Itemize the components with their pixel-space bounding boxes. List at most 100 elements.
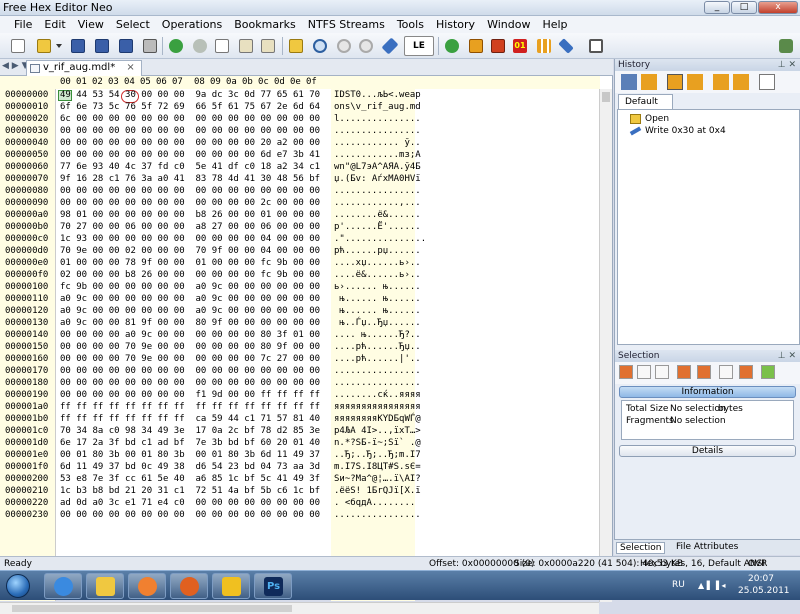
row-ascii[interactable]: ."............... bbox=[334, 233, 426, 245]
hex-row[interactable]: 000000a0 98 01 00 00 00 00 00 00 b8 26 00… bbox=[0, 209, 600, 221]
jump-icon[interactable] bbox=[442, 36, 462, 56]
fill-icon[interactable] bbox=[488, 36, 508, 56]
row-hex-bytes[interactable]: 49 44 53 54 30 00 00 00 9a dc 3c 0d 77 6… bbox=[60, 89, 320, 101]
select-icon[interactable] bbox=[719, 365, 733, 379]
hex-row[interactable]: 00000080 00 00 00 00 00 00 00 00 00 00 00… bbox=[0, 185, 600, 197]
hex-row[interactable]: 00000100 fc 9b 00 00 00 00 00 00 a0 9c 00… bbox=[0, 281, 600, 293]
hex-row[interactable]: 00000150 00 00 00 00 70 9e 00 00 00 00 00… bbox=[0, 341, 600, 353]
row-hex-bytes[interactable]: 77 6e 93 40 4c 37 fd c0 5e 41 df c0 18 a… bbox=[60, 161, 320, 173]
menu-help[interactable]: Help bbox=[536, 16, 573, 33]
row-ascii[interactable]: ................ bbox=[334, 185, 421, 197]
row-ascii[interactable]: IDST0...љЬ<.weap bbox=[334, 89, 421, 101]
photoshop-icon[interactable]: Ps bbox=[254, 573, 292, 599]
row-hex-bytes[interactable]: 00 00 00 00 00 00 00 00 f1 9d 00 00 ff f… bbox=[60, 389, 320, 401]
hex-row[interactable]: 00000030 00 00 00 00 00 00 00 00 00 00 00… bbox=[0, 125, 600, 137]
row-hex-bytes[interactable]: 00 00 00 00 70 9e 00 00 00 00 00 00 7c 2… bbox=[60, 353, 320, 365]
save-all-icon[interactable] bbox=[92, 36, 112, 56]
explorer-icon[interactable] bbox=[86, 573, 124, 599]
row-ascii[interactable]: ............mз;A bbox=[334, 149, 421, 161]
import-icon[interactable] bbox=[286, 36, 306, 56]
row-hex-bytes[interactable]: 53 e8 7e 3f cc 61 5e 40 a6 85 1c bf 5c 4… bbox=[60, 473, 320, 485]
hex-row[interactable]: 00000090 00 00 00 00 00 00 00 00 00 00 00… bbox=[0, 197, 600, 209]
row-hex-bytes[interactable]: 9f 16 28 c1 76 3a a0 41 83 78 4d 41 30 4… bbox=[60, 173, 320, 185]
pin-icon[interactable]: ⊥ ✕ bbox=[778, 350, 796, 362]
menu-bookmarks[interactable]: Bookmarks bbox=[228, 16, 301, 33]
menu-edit[interactable]: Edit bbox=[38, 16, 71, 33]
row-ascii[interactable]: pћ......pџ...... bbox=[334, 245, 421, 257]
find-next-icon[interactable] bbox=[334, 36, 354, 56]
row-ascii[interactable]: ............,... bbox=[334, 197, 421, 209]
row-hex-bytes[interactable]: 6f 6e 73 5c 76 5f 72 69 66 5f 61 75 67 2… bbox=[60, 101, 320, 113]
dropdown-arrow-icon[interactable] bbox=[54, 36, 64, 56]
row-hex-bytes[interactable]: 6d 11 49 37 bd 0c 49 38 d6 54 23 bd 04 7… bbox=[60, 461, 320, 473]
row-ascii[interactable]: џ.(Бv: AѓxMA0HVї bbox=[334, 173, 421, 185]
row-hex-bytes[interactable]: 00 00 00 00 00 00 00 00 00 00 00 00 00 0… bbox=[60, 185, 320, 197]
history-clear-icon[interactable] bbox=[759, 74, 775, 90]
row-hex-bytes[interactable]: 00 00 00 00 00 00 00 00 00 00 00 00 6d e… bbox=[60, 149, 320, 161]
row-ascii[interactable]: ............ ў.. bbox=[334, 137, 421, 149]
print-icon[interactable] bbox=[140, 36, 160, 56]
row-ascii[interactable]: n.*?SБ-ї~;Sї` .@ bbox=[334, 437, 421, 449]
row-ascii[interactable]: ­. <бqдА........ bbox=[334, 497, 415, 509]
details-button[interactable]: Details bbox=[619, 445, 796, 457]
tab-selection[interactable]: Selection bbox=[616, 542, 666, 554]
row-hex-bytes[interactable]: fc 9b 00 00 00 00 00 00 a0 9c 00 00 00 0… bbox=[60, 281, 320, 293]
row-hex-bytes[interactable]: 00 00 00 00 00 00 00 00 00 00 00 00 20 a… bbox=[60, 137, 320, 149]
hex-rows[interactable]: 00000000 49 44 53 54 30 00 00 00 9a dc 3c… bbox=[0, 89, 600, 521]
copy-icon[interactable] bbox=[212, 36, 232, 56]
row-hex-bytes[interactable]: ff ff ff ff ff ff ff ff ff ff ff ff ff f… bbox=[60, 401, 320, 413]
history-next-icon[interactable] bbox=[713, 74, 729, 90]
select-icon[interactable] bbox=[637, 365, 651, 379]
tab-file-attributes[interactable]: File Attributes bbox=[676, 542, 738, 552]
hex-row[interactable]: 00000170 00 00 00 00 00 00 00 00 00 00 00… bbox=[0, 365, 600, 377]
row-hex-bytes[interactable]: 1c b3 b8 bd 21 20 31 c1 72 51 4a bf 5b c… bbox=[60, 485, 320, 497]
vertical-scrollbar[interactable] bbox=[599, 89, 612, 602]
tray-arrows-icon[interactable]: ▲ ▌▐ ◂ bbox=[698, 581, 726, 590]
menu-history[interactable]: History bbox=[430, 16, 481, 33]
row-hex-bytes[interactable]: a0 9c 00 00 00 00 00 00 a0 9c 00 00 00 0… bbox=[60, 293, 320, 305]
hex-row[interactable]: 000000c0 1c 93 00 00 00 00 00 00 00 00 00… bbox=[0, 233, 600, 245]
row-ascii[interactable]: m.I7S.I8ЦT#S.sЄ= bbox=[334, 461, 421, 473]
history-forward-icon[interactable] bbox=[641, 74, 657, 90]
media-player-icon[interactable] bbox=[128, 573, 166, 599]
hex-row[interactable]: 00000200 53 e8 7e 3f cc 61 5e 40 a6 85 1c… bbox=[0, 473, 600, 485]
row-ascii[interactable]: ons\v_rif_aug.md bbox=[334, 101, 421, 113]
close-button[interactable]: x bbox=[758, 1, 798, 14]
row-ascii[interactable]: p'......Ё'...... bbox=[334, 221, 421, 233]
hex-row[interactable]: 000000f0 02 00 00 00 b8 26 00 00 00 00 00… bbox=[0, 269, 600, 281]
row-ascii[interactable]: яяяяяяяяКYDБqWЃ@ bbox=[334, 413, 421, 425]
minimize-button[interactable]: _ bbox=[704, 1, 730, 14]
row-ascii[interactable]: ь›...... њ...... bbox=[334, 281, 421, 293]
select-icon[interactable] bbox=[761, 365, 775, 379]
horizontal-scrollbar[interactable] bbox=[0, 602, 599, 614]
history-last-icon[interactable] bbox=[733, 74, 749, 90]
hex-row[interactable]: 000001c0 70 34 8a c0 98 34 49 3e 17 0a 2c… bbox=[0, 425, 600, 437]
row-ascii[interactable]: ....ё&......ь›.. bbox=[334, 269, 421, 281]
row-hex-bytes[interactable]: 00 00 00 00 70 9e 00 00 00 00 00 00 80 9… bbox=[60, 341, 320, 353]
hex-editor-icon[interactable] bbox=[212, 573, 250, 599]
row-ascii[interactable]: Sи~?Ma^@¦….ї\AI? bbox=[334, 473, 421, 485]
replace-icon[interactable] bbox=[380, 36, 400, 56]
hex-row[interactable]: 00000180 00 00 00 00 00 00 00 00 00 00 00… bbox=[0, 377, 600, 389]
row-hex-bytes[interactable]: a0 9c 00 00 00 00 00 00 a0 9c 00 00 00 0… bbox=[60, 305, 320, 317]
row-ascii[interactable]: ..Ђ;..Ђ;..Ђ;m.I7 bbox=[334, 449, 421, 461]
hex-row[interactable]: 00000020 6c 00 00 00 00 00 00 00 00 00 00… bbox=[0, 113, 600, 125]
hex-row[interactable]: 00000070 9f 16 28 c1 76 3a a0 41 83 78 4d… bbox=[0, 173, 600, 185]
paste-icon[interactable] bbox=[258, 36, 278, 56]
row-hex-bytes[interactable]: 02 00 00 00 b8 26 00 00 00 00 00 00 fc 9… bbox=[60, 269, 320, 281]
row-ascii[interactable]: њ..Ѓџ..Ђџ...... bbox=[334, 317, 420, 329]
row-ascii[interactable]: њ...... њ...... bbox=[334, 293, 420, 305]
new-file-icon[interactable] bbox=[8, 36, 28, 56]
menu-select[interactable]: Select bbox=[110, 16, 156, 33]
row-hex-bytes[interactable]: 98 01 00 00 00 00 00 00 b8 26 00 00 01 0… bbox=[60, 209, 320, 221]
settings-icon[interactable] bbox=[776, 36, 796, 56]
row-hex-bytes[interactable]: 00 00 00 00 00 00 00 00 00 00 00 00 00 0… bbox=[60, 377, 320, 389]
clock-time[interactable]: 20:07 bbox=[748, 574, 774, 584]
hex-row[interactable]: 00000000 49 44 53 54 30 00 00 00 9a dc 3c… bbox=[0, 89, 600, 101]
firefox-icon[interactable] bbox=[170, 573, 208, 599]
select-icon[interactable] bbox=[655, 365, 669, 379]
hex-row[interactable]: 00000130 a0 9c 00 00 81 9f 00 00 80 9f 00… bbox=[0, 317, 600, 329]
hex-row[interactable]: 00000210 1c b3 b8 bd 21 20 31 c1 72 51 4a… bbox=[0, 485, 600, 497]
menu-file[interactable]: File bbox=[8, 16, 38, 33]
select-icon[interactable] bbox=[677, 365, 691, 379]
